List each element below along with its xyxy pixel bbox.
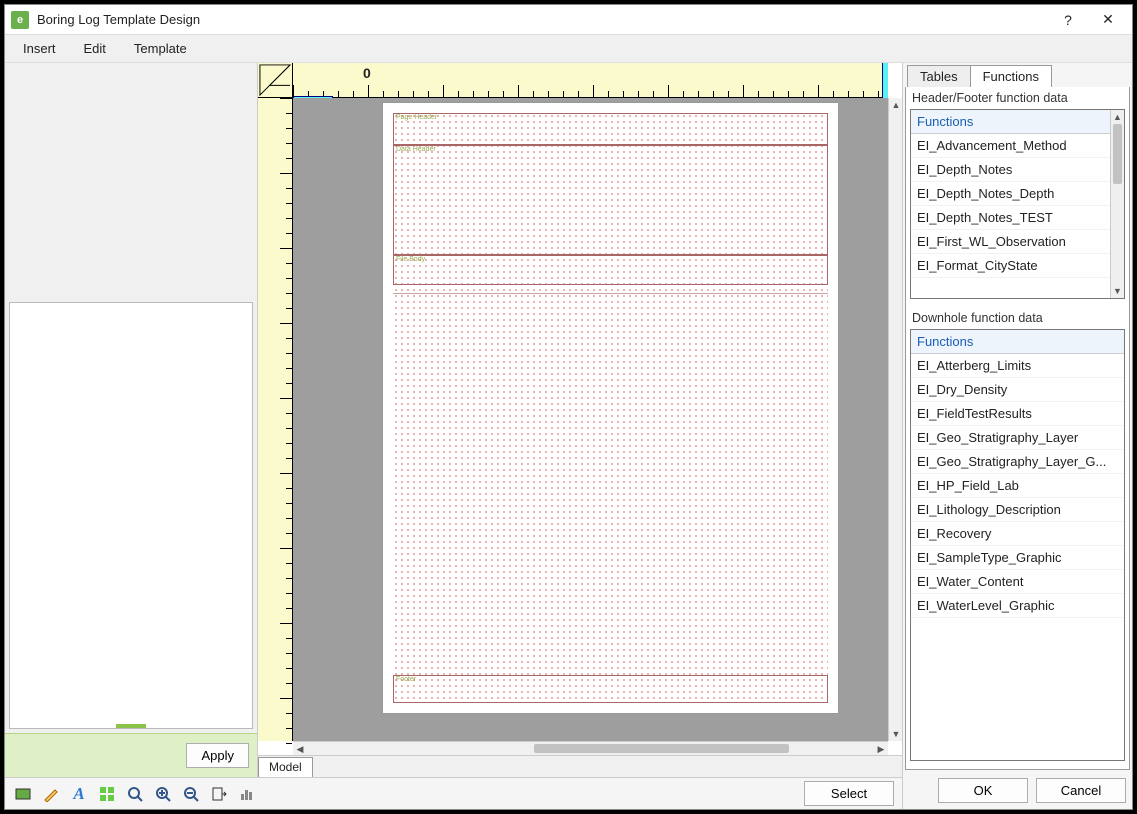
tool-export-icon[interactable] (209, 784, 229, 804)
tool-text-icon[interactable]: A (69, 784, 89, 804)
header-functions-listhead[interactable]: Functions (911, 110, 1124, 134)
header-function-item[interactable]: EI_Depth_Notes (911, 158, 1124, 182)
downhole-functions-listhead[interactable]: Functions (911, 330, 1124, 354)
downhole-function-item[interactable]: EI_Atterberg_Limits (911, 354, 1124, 378)
downhole-function-item[interactable]: EI_Recovery (911, 522, 1124, 546)
downhole-function-item[interactable]: EI_FieldTestResults (911, 402, 1124, 426)
canvas-tabbar: Model (258, 755, 902, 777)
band-file-body-label: File Body (396, 256, 425, 263)
canvas-vscroll[interactable]: ▲ ▼ (888, 98, 902, 741)
downhole-function-item[interactable]: EI_Lithology_Description (911, 498, 1124, 522)
header-list-vscroll[interactable]: ▲ ▼ (1110, 110, 1124, 298)
menu-insert[interactable]: Insert (11, 37, 68, 60)
vscroll-track[interactable] (889, 112, 902, 727)
tool-cluster: A (13, 784, 257, 804)
help-button[interactable]: ? (1048, 6, 1088, 34)
hscroll-left-icon[interactable]: ◀ (293, 742, 307, 756)
tool-rect-icon[interactable] (13, 784, 33, 804)
header-function-item[interactable]: EI_Depth_Notes_TEST (911, 206, 1124, 230)
hscroll-track[interactable] (307, 742, 874, 755)
select-button[interactable]: Select (804, 781, 894, 806)
cancel-button[interactable]: Cancel (1036, 778, 1126, 803)
ruler-zero-label: 0 (363, 65, 371, 81)
tab-tables[interactable]: Tables (907, 65, 971, 87)
band-footer-label: Footer (396, 676, 416, 683)
downhole-function-item[interactable]: EI_HP_Field_Lab (911, 474, 1124, 498)
tab-model[interactable]: Model (258, 757, 313, 777)
workarea: Apply 0 (5, 63, 902, 777)
window: e Boring Log Template Design ? ✕ Insert … (4, 4, 1133, 810)
ruler-corner (258, 63, 293, 98)
ruler-top-ticks (293, 85, 888, 97)
left-column: Apply 0 (5, 63, 902, 809)
vscroll-down-icon[interactable]: ▼ (889, 727, 903, 741)
hscroll-right-icon[interactable]: ▶ (874, 742, 888, 756)
apply-row: Apply (5, 733, 257, 777)
bottom-bar: A Select (5, 777, 902, 809)
downhole-function-item[interactable]: EI_WaterLevel_Graphic (911, 594, 1124, 618)
right-panel: Tables Functions Header/Footer function … (902, 63, 1132, 809)
band-file-body[interactable]: File Body (393, 255, 828, 285)
tool-grid-icon[interactable] (97, 784, 117, 804)
tool-zoom-icon[interactable] (125, 784, 145, 804)
header-list-vscroll-thumb[interactable] (1113, 124, 1122, 184)
header-function-item[interactable]: EI_Depth_Notes_Depth (911, 182, 1124, 206)
ruler-left[interactable] (258, 98, 293, 741)
downhole-function-item[interactable]: EI_SampleType_Graphic (911, 546, 1124, 570)
close-button[interactable]: ✕ (1088, 6, 1128, 34)
downhole-functions-label: Downhole function data (906, 307, 1129, 329)
downhole-function-item[interactable]: EI_Water_Content (911, 570, 1124, 594)
left-pane: Apply (5, 63, 258, 777)
right-button-row: OK Cancel (903, 772, 1132, 809)
header-function-item[interactable]: EI_Advancement_Method (911, 134, 1124, 158)
tool-zoom-out-icon[interactable] (181, 784, 201, 804)
preview-marker (116, 724, 146, 728)
right-panel-body: Header/Footer function data Functions EI… (905, 87, 1130, 770)
vscroll-up-icon[interactable]: ▲ (889, 98, 903, 112)
page-rule (393, 293, 828, 294)
header-function-item[interactable]: EI_Format_CityState (911, 254, 1124, 278)
ruler-top[interactable]: 0 (293, 63, 888, 98)
main: Apply 0 (5, 63, 1132, 809)
tool-chart-icon[interactable] (237, 784, 257, 804)
header-functions-label: Header/Footer function data (906, 87, 1129, 109)
tab-functions[interactable]: Functions (970, 65, 1052, 87)
menu-template[interactable]: Template (122, 37, 199, 60)
band-data-header[interactable]: Data Header (393, 145, 828, 255)
band-page-header[interactable]: Page Header (393, 113, 828, 145)
menubar: Insert Edit Template (5, 35, 1132, 63)
apply-button[interactable]: Apply (186, 743, 249, 768)
preview-box[interactable] (9, 302, 253, 729)
hscroll-thumb[interactable] (534, 744, 789, 753)
left-upper-blank (5, 63, 257, 298)
ok-button[interactable]: OK (938, 778, 1028, 803)
downhole-function-item[interactable]: EI_Geo_Stratigraphy_Layer_G... (911, 450, 1124, 474)
header-function-item[interactable]: EI_First_WL_Observation (911, 230, 1124, 254)
header-functions-list[interactable]: Functions EI_Advancement_MethodEI_Depth_… (910, 109, 1125, 299)
window-title: Boring Log Template Design (37, 12, 1048, 27)
header-list-vscroll-down-icon[interactable]: ▼ (1111, 284, 1124, 298)
downhole-functions-list[interactable]: Functions EI_Atterberg_LimitsEI_Dry_Dens… (910, 329, 1125, 761)
tool-pencil-icon[interactable] (41, 784, 61, 804)
design-canvas[interactable]: Page Header Data Header File Body Footer (293, 98, 888, 741)
canvas-area: 0 Page Header (258, 63, 902, 777)
canvas-hscroll[interactable]: ◀ ▶ (293, 741, 888, 755)
header-list-vscroll-up-icon[interactable]: ▲ (1111, 110, 1124, 124)
band-data-header-label: Data Header (396, 146, 436, 153)
menu-edit[interactable]: Edit (72, 37, 118, 60)
band-page-header-label: Page Header (396, 114, 437, 121)
page[interactable]: Page Header Data Header File Body Footer (383, 103, 838, 713)
downhole-function-item[interactable]: EI_Geo_Stratigraphy_Layer (911, 426, 1124, 450)
titlebar: e Boring Log Template Design ? ✕ (5, 5, 1132, 35)
tool-zoom-in-icon[interactable] (153, 784, 173, 804)
downhole-function-item[interactable]: EI_Dry_Density (911, 378, 1124, 402)
app-icon: e (11, 11, 29, 29)
band-footer[interactable]: Footer (393, 675, 828, 703)
right-tabs: Tables Functions (903, 63, 1132, 87)
